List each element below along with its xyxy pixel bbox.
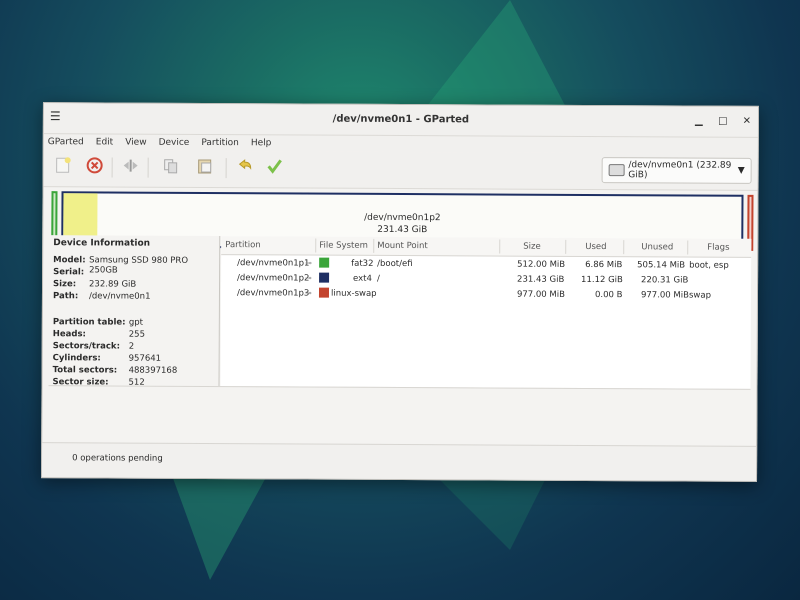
label-sectors-track: Sectors/track: xyxy=(52,341,121,352)
value-sectors-track: 2 xyxy=(128,341,135,352)
value-partition-table: gpt xyxy=(128,317,143,328)
label-heads: Heads: xyxy=(52,329,86,340)
label-path: Path: xyxy=(52,291,79,302)
value-size: 232.89 GiB xyxy=(89,279,137,290)
title-bar[interactable]: ☰ /dev/nvme0n1 - GParted ▁ □ ✕ xyxy=(43,103,758,138)
delete-icon[interactable] xyxy=(84,156,106,178)
value-total-sectors: 488397168 xyxy=(128,365,178,376)
value-cylinders: 957641 xyxy=(128,353,162,364)
cell-size: 231.43 GiB xyxy=(517,274,565,285)
cell-partition: /dev/nvme0n1p3 xyxy=(236,288,310,299)
partition-block-name: /dev/nvme0n1p2 xyxy=(364,212,441,224)
label-cylinders: Cylinders: xyxy=(52,353,101,364)
menu-view[interactable]: View xyxy=(125,138,146,148)
key-icon: ⊸ xyxy=(304,288,312,298)
value-heads: 255 xyxy=(128,329,146,340)
device-selector-label: /dev/nvme0n1 (232.89 GiB) xyxy=(628,160,732,181)
cell-partition: /dev/nvme0n1p1 xyxy=(237,258,310,269)
key-icon: ⊸ xyxy=(305,273,312,283)
main-content: Device Information Model: Samsung SSD 98… xyxy=(48,235,752,389)
column-header-mount-point[interactable]: Mount Point xyxy=(377,241,428,251)
column-header-used[interactable]: Used xyxy=(585,242,606,252)
cell-unused: 977.00 MiB xyxy=(640,290,689,301)
partition-block-size: 231.43 GiB xyxy=(377,224,428,236)
column-header-unused[interactable]: Unused xyxy=(641,242,673,252)
copy-icon[interactable] xyxy=(160,157,182,179)
menu-device[interactable]: Device xyxy=(159,138,190,148)
cell-file-system: fat32 xyxy=(351,258,374,269)
label-model: Model: xyxy=(53,255,86,266)
partition-table: Partition File System Mount Point Size U… xyxy=(220,236,752,389)
minimize-button[interactable]: ▁ xyxy=(692,115,706,129)
close-button[interactable]: ✕ xyxy=(740,115,754,129)
key-icon: ⊸ xyxy=(305,258,312,268)
label-serial: Serial: xyxy=(53,267,85,278)
hard-disk-icon xyxy=(608,164,625,177)
device-selector[interactable]: /dev/nvme0n1 (232.89 GiB) ▼ xyxy=(601,157,752,184)
wallpaper-shape xyxy=(430,470,550,550)
table-row[interactable]: /dev/nvme0n1p3 ⊸ linux-swap 977.00 MiB 0… xyxy=(221,285,751,303)
menu-partition[interactable]: Partition xyxy=(201,138,239,148)
cell-partition: /dev/nvme0n1p2 xyxy=(237,273,310,284)
toolbar: /dev/nvme0n1 (232.89 GiB) ▼ xyxy=(43,150,758,191)
status-bar: 0 operations pending xyxy=(42,442,757,481)
cell-size: 977.00 MiB xyxy=(516,289,565,300)
cell-used: 11.12 GiB xyxy=(581,274,623,286)
fs-color-swatch xyxy=(319,257,330,268)
paste-icon[interactable] xyxy=(194,157,216,179)
value-model: Samsung SSD 980 PRO 250GB xyxy=(89,255,189,276)
cell-file-system: ext4 xyxy=(353,273,372,284)
resize-move-icon[interactable] xyxy=(120,157,142,179)
label-partition-table: Partition table: xyxy=(52,317,126,328)
cell-mount-point: / xyxy=(377,273,380,284)
chevron-down-icon: ▼ xyxy=(737,165,745,176)
fs-color-swatch xyxy=(319,272,330,283)
cell-flags: boot, esp xyxy=(689,260,729,271)
cell-used: 6.86 MiB xyxy=(585,259,623,271)
value-path: /dev/nvme0n1 xyxy=(88,291,151,302)
cell-flags: swap xyxy=(688,290,712,301)
cell-unused: 220.31 GiB xyxy=(641,275,689,286)
new-partition-icon[interactable] xyxy=(52,156,74,178)
maximize-button[interactable]: □ xyxy=(716,115,730,129)
label-total-sectors: Total sectors: xyxy=(52,365,118,376)
cell-mount-point: /boot/efi xyxy=(377,258,413,270)
column-header-size[interactable]: Size xyxy=(523,242,541,252)
status-text: 0 operations pending xyxy=(72,453,163,464)
menu-help[interactable]: Help xyxy=(251,138,272,148)
menu-edit[interactable]: Edit xyxy=(96,137,113,147)
apply-icon[interactable] xyxy=(264,157,286,179)
cell-unused: 505.14 MiB xyxy=(637,260,686,271)
column-header-file-system[interactable]: File System xyxy=(319,241,368,251)
menu-gparted[interactable]: GParted xyxy=(48,137,84,147)
undo-icon[interactable] xyxy=(234,157,256,179)
device-information-heading: Device Information xyxy=(53,238,151,249)
window-title: /dev/nvme0n1 - GParted xyxy=(332,113,470,126)
column-header-partition[interactable]: Partition xyxy=(225,240,260,250)
cell-file-system: linux-swap xyxy=(330,288,377,299)
gparted-window: ☰ /dev/nvme0n1 - GParted ▁ □ ✕ GParted E… xyxy=(41,102,759,482)
pending-operations-area xyxy=(48,385,751,442)
column-header-flags[interactable]: Flags xyxy=(707,243,729,253)
fs-color-swatch xyxy=(318,287,330,298)
device-information-panel: Device Information Model: Samsung SSD 98… xyxy=(48,235,221,388)
label-size: Size: xyxy=(53,279,77,290)
wallpaper-shape xyxy=(170,470,270,580)
cell-size: 512.00 MiB xyxy=(517,259,566,270)
cell-used: 0.00 B xyxy=(594,290,623,301)
